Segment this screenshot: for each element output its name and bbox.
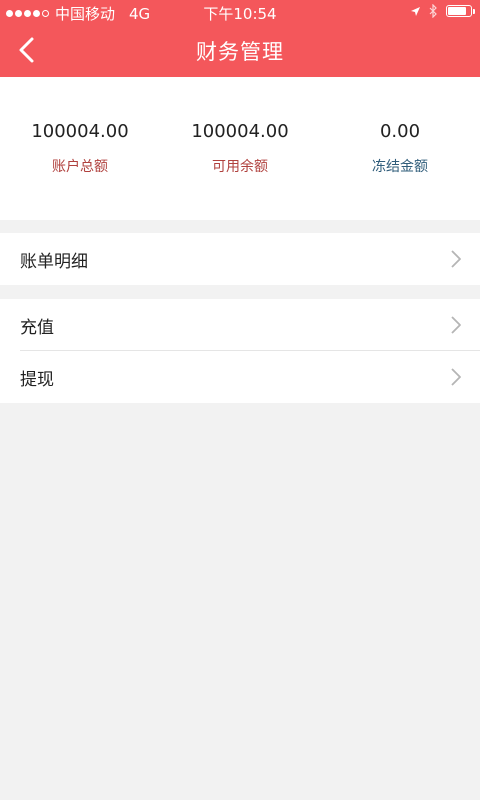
balance-summary: 100004.00 账户总额 100004.00 可用余额 0.00 冻结金额 — [0, 77, 480, 220]
chevron-right-icon — [451, 250, 461, 268]
menu-item-label: 充值 — [20, 318, 54, 338]
battery-icon — [446, 5, 475, 17]
app-header: 中国移动 4G 下午10:54 财务管理 — [0, 0, 480, 77]
chevron-right-icon — [451, 316, 461, 334]
recharge-item[interactable]: 充值 — [0, 299, 480, 351]
withdraw-item[interactable]: 提现 — [0, 351, 480, 403]
chevron-right-icon — [451, 368, 461, 386]
balance-label: 账户总额 — [52, 159, 108, 175]
bluetooth-icon — [429, 4, 437, 18]
menu-item-label: 账单明细 — [20, 252, 88, 272]
balance-label: 冻结金额 — [372, 159, 428, 175]
status-time: 下午10:54 — [203, 5, 277, 23]
status-bar: 中国移动 4G 下午10:54 — [0, 0, 480, 24]
balance-frozen: 0.00 冻结金额 — [320, 77, 480, 220]
location-arrow-icon — [411, 6, 420, 16]
balance-value: 100004.00 — [31, 121, 129, 142]
menu-item-label: 提现 — [20, 370, 54, 390]
navigation-bar: 财务管理 — [0, 24, 480, 77]
balance-available: 100004.00 可用余额 — [160, 77, 320, 220]
balance-total: 100004.00 账户总额 — [0, 77, 160, 220]
balance-value: 100004.00 — [191, 121, 289, 142]
bill-group: 账单明细 — [0, 233, 480, 285]
balance-value: 0.00 — [379, 121, 421, 142]
bill-detail-item[interactable]: 账单明细 — [0, 233, 480, 285]
funds-group: 充值 提现 — [0, 299, 480, 403]
balance-label: 可用余额 — [212, 159, 268, 175]
battery-level — [448, 7, 466, 15]
page-title: 财务管理 — [196, 40, 284, 64]
